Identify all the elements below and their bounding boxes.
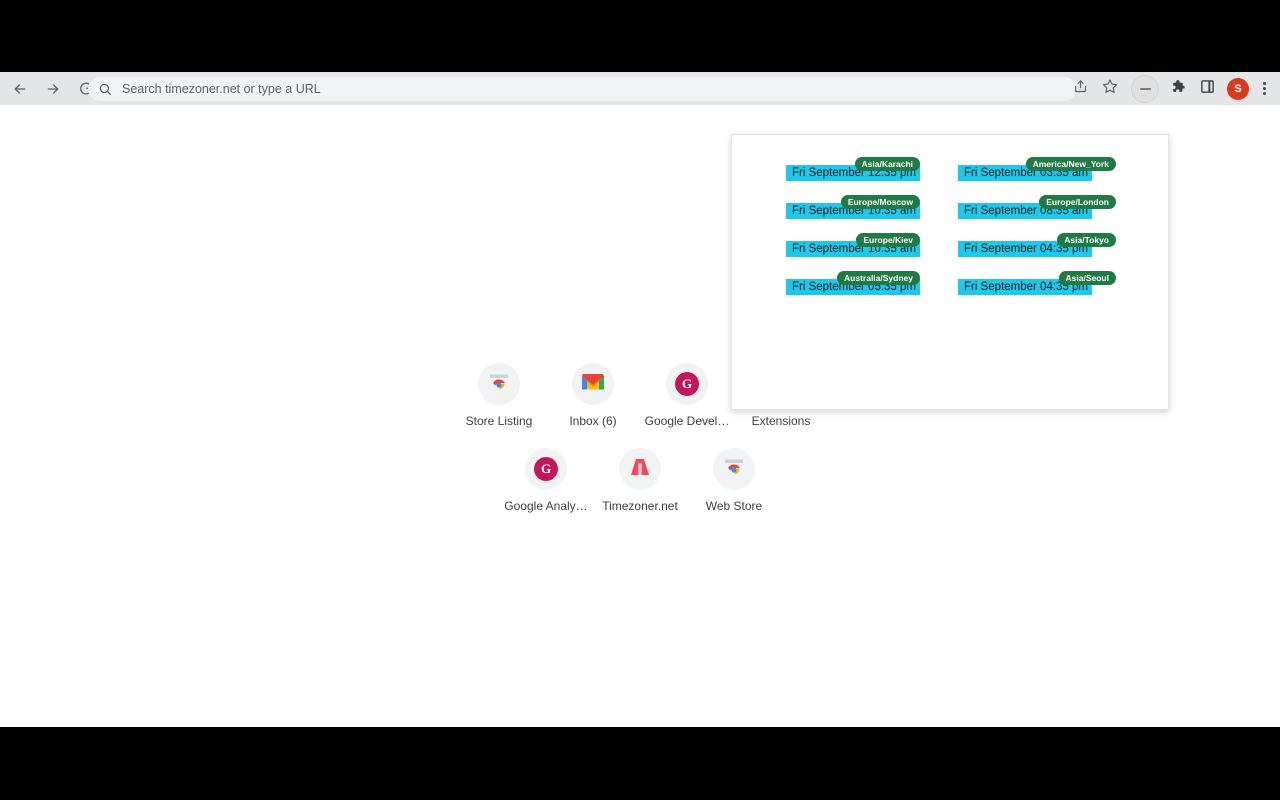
- shortcut-icon-wrap: [478, 363, 520, 405]
- browser-window: Search timezoner.net or type a URL S Sto…: [0, 72, 1280, 727]
- timezoner-popup: Fri September 12:35 pm Asia/Karachi Fri …: [731, 134, 1169, 410]
- timezone-name-badge: Australia/Sydney: [837, 271, 920, 285]
- letterbox-bottom: [0, 727, 1280, 800]
- minimize-pill-icon: [1139, 87, 1151, 90]
- shortcut-label: Store Listing: [465, 414, 533, 428]
- share-button[interactable]: [1067, 76, 1093, 102]
- shortcut-label: Google Analy…: [504, 499, 588, 513]
- timezone-card[interactable]: Fri September 10:35 am Europe/Moscow: [786, 195, 958, 219]
- shortcut-icon-wrap: G: [525, 448, 567, 490]
- extensions-button[interactable]: [1164, 76, 1190, 102]
- shortcut-google-analytics[interactable]: G Google Analy…: [499, 440, 593, 513]
- chrome-web-store-icon: [487, 370, 511, 399]
- side-panel-icon: [1200, 79, 1215, 99]
- shortcut-icon-wrap: [572, 363, 614, 405]
- timezone-card[interactable]: Fri September 08:35 am Europe/London: [958, 195, 1130, 219]
- chrome-menu-button[interactable]: [1254, 76, 1274, 102]
- profile-avatar[interactable]: S: [1227, 77, 1249, 100]
- search-icon: [98, 82, 112, 96]
- shortcuts-row-2: G Google Analy… Timezoner.net Web Store: [499, 440, 781, 513]
- timezone-name-badge: Asia/Tokyo: [1057, 233, 1116, 247]
- shortcut-web-store[interactable]: Web Store: [687, 440, 781, 513]
- google-g-pink-icon: G: [675, 372, 699, 396]
- timezone-card[interactable]: Fri September 12:35 pm Asia/Karachi: [786, 157, 958, 181]
- chrome-web-store-icon: [722, 455, 746, 484]
- back-button[interactable]: [6, 75, 34, 103]
- letterbox-top: [0, 0, 1280, 72]
- bookmark-button[interactable]: [1097, 76, 1123, 102]
- timezone-card[interactable]: Fri September 03:35 am America/New_York: [958, 157, 1130, 181]
- timezone-name-badge: America/New_York: [1025, 157, 1116, 171]
- three-dots-icon: [1262, 92, 1266, 95]
- puzzle-icon: [1169, 78, 1186, 100]
- shortcut-store-listing[interactable]: Store Listing: [452, 355, 546, 428]
- timezone-name-badge: Asia/Seoul: [1058, 271, 1116, 285]
- shortcut-label: Extensions: [751, 414, 811, 428]
- shortcut-icon-wrap: G: [666, 363, 708, 405]
- screen: Search timezoner.net or type a URL S Sto…: [0, 0, 1280, 800]
- shortcut-label: Google Devel…: [644, 414, 730, 428]
- shortcut-timezoner[interactable]: Timezoner.net: [593, 440, 687, 513]
- toolbar-right-group: S: [1065, 72, 1280, 105]
- shortcut-google-developers[interactable]: G Google Devel…: [640, 355, 734, 428]
- timezone-name-badge: Europe/Moscow: [840, 195, 920, 209]
- three-dots-icon: [1262, 87, 1266, 90]
- shortcut-icon-wrap: [713, 448, 755, 490]
- timezone-card[interactable]: Fri September 04:35 pm Asia/Tokyo: [958, 233, 1130, 257]
- shortcut-label: Inbox (6): [569, 414, 617, 428]
- address-bar[interactable]: Search timezoner.net or type a URL: [88, 77, 1076, 101]
- gmail-icon: [581, 372, 605, 396]
- share-icon: [1073, 79, 1088, 99]
- side-panel-button[interactable]: [1194, 76, 1220, 102]
- browser-toolbar: Search timezoner.net or type a URL S: [0, 72, 1280, 105]
- google-g-pink-icon: G: [534, 457, 558, 481]
- timezoner-logo-icon: [629, 457, 651, 482]
- arrow-left-icon: [12, 81, 28, 97]
- new-tab-page: Store Listing Inbox (6) G Google Devel… …: [0, 105, 1280, 727]
- timezone-list: Fri September 12:35 pm Asia/Karachi Fri …: [786, 157, 1130, 295]
- shortcut-icon-wrap: [619, 448, 661, 490]
- arrow-right-icon: [45, 81, 61, 97]
- shortcut-label: Web Store: [705, 499, 763, 513]
- shortcut-label: Timezoner.net: [602, 499, 678, 513]
- address-bar-placeholder: Search timezoner.net or type a URL: [122, 82, 321, 96]
- three-dots-icon: [1262, 82, 1266, 85]
- star-icon: [1102, 78, 1118, 99]
- timezone-card[interactable]: Fri September 04:35 pm Asia/Seoul: [958, 271, 1130, 295]
- timezone-name-badge: Europe/Kiev: [856, 233, 920, 247]
- timezone-name-badge: Asia/Karachi: [854, 157, 920, 171]
- timezone-name-badge: Europe/London: [1039, 195, 1116, 209]
- shortcut-inbox[interactable]: Inbox (6): [546, 355, 640, 428]
- forward-button[interactable]: [39, 75, 67, 103]
- minimize-button[interactable]: [1131, 74, 1159, 103]
- timezone-card[interactable]: Fri September 05:35 pm Australia/Sydney: [786, 271, 958, 295]
- timezone-card[interactable]: Fri September 10:35 am Europe/Kiev: [786, 233, 958, 257]
